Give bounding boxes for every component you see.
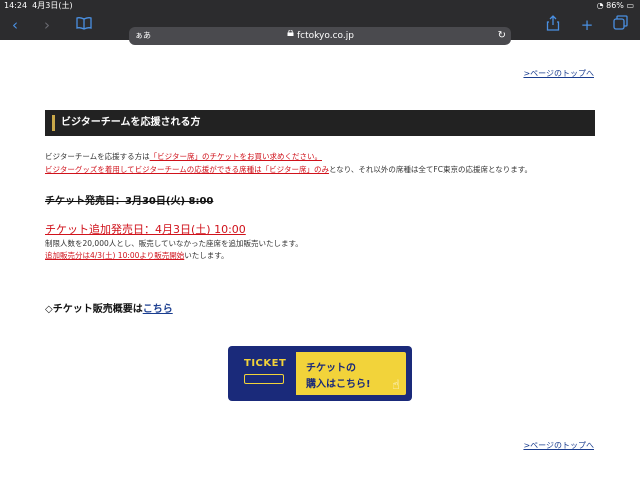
additional-sale-date: チケット追加発売日：4月3日(土) 10:00 bbox=[45, 223, 246, 236]
battery-icon: ▭ bbox=[626, 1, 634, 10]
additional-sale-note: 追加販売分は4/3(土) 10:00より販売開始いたします。 bbox=[45, 251, 229, 260]
address-bar[interactable]: ぁあ fctokyo.co.jp ↻ bbox=[129, 27, 511, 45]
forward-icon[interactable]: › bbox=[37, 15, 57, 35]
status-right: ◔ 86% ▭ bbox=[597, 0, 634, 11]
status-time-date: 14:24 4月3日(土) bbox=[4, 1, 73, 10]
text-size-button[interactable]: ぁあ bbox=[135, 27, 151, 45]
original-sale-date: チケット発売日：3月30日(火) 8:00 bbox=[45, 196, 214, 207]
ticket-icon bbox=[244, 374, 284, 384]
page-top-link-2[interactable]: >ページのトップへ bbox=[523, 440, 594, 451]
visitor-note-line-1: ビジターチームを応援する方は「ビジター席」のチケットをお買い求めください。 bbox=[45, 152, 322, 161]
section-header: ビジターチームを応援される方 bbox=[45, 110, 595, 136]
new-tab-icon[interactable]: + bbox=[577, 15, 597, 35]
section-accent-bar bbox=[52, 115, 55, 131]
capacity-note: 制限人数を20,000人とし、販売していなかった座席を追加販売いたします。 bbox=[45, 239, 303, 248]
share-icon[interactable] bbox=[543, 15, 563, 35]
browser-toolbar: ‹ › ぁあ fctokyo.co.jp ↻ + bbox=[0, 11, 640, 45]
wifi-icon: ◔ bbox=[596, 1, 604, 10]
pointer-hand-icon: ☝ bbox=[392, 378, 400, 393]
ticket-button-line-2: 購入はこちら! bbox=[306, 379, 371, 390]
ticket-badge: TICKET bbox=[244, 358, 287, 369]
page-top-link-1[interactable]: >ページのトップへ bbox=[523, 68, 594, 79]
ticket-overview: ◇チケット販売概要はこちら bbox=[45, 304, 173, 315]
visitor-seat-link[interactable]: 「ビジター席」のチケットをお買い求めください。 bbox=[150, 152, 322, 161]
url-host: fctokyo.co.jp bbox=[297, 31, 354, 41]
battery-percent: 86% bbox=[606, 1, 624, 10]
ticket-button-line-1: チケットの bbox=[306, 363, 356, 374]
tabs-icon[interactable] bbox=[610, 15, 630, 35]
back-icon[interactable]: ‹ bbox=[5, 15, 25, 35]
status-bar: 14:24 4月3日(土) ◔ 86% ▭ bbox=[0, 0, 640, 11]
visitor-note-line-2: ビジターグッズを着用してビジターチームの応援ができる席種は「ビジター席」のみとな… bbox=[45, 165, 533, 174]
reload-icon[interactable]: ↻ bbox=[498, 27, 506, 45]
bookmarks-icon[interactable] bbox=[74, 15, 94, 35]
section-title: ビジターチームを応援される方 bbox=[61, 117, 201, 128]
lock-icon bbox=[287, 30, 294, 36]
ticket-purchase-button[interactable]: TICKET チケットの 購入はこちら! ☝ bbox=[228, 346, 412, 401]
ticket-overview-link[interactable]: こちら bbox=[143, 304, 173, 315]
